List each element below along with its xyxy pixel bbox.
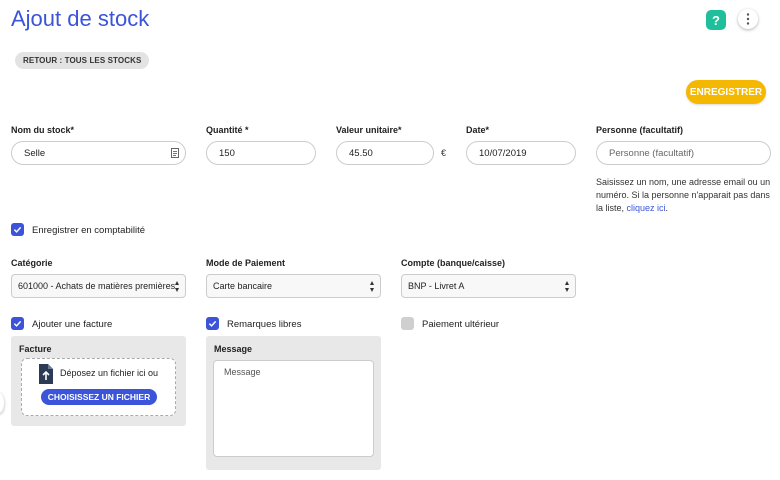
- choose-file-button[interactable]: CHOISISSEZ UN FICHIER: [41, 389, 157, 405]
- click-here-link[interactable]: cliquez ici: [627, 203, 666, 213]
- select-arrows-icon: [370, 281, 375, 292]
- more-options-button[interactable]: [738, 9, 758, 29]
- date-label: Date*: [466, 125, 490, 135]
- help-button[interactable]: ?: [706, 10, 726, 30]
- back-to-stocks-button[interactable]: RETOUR : TOUS LES STOCKS: [15, 52, 150, 69]
- check-icon: [13, 320, 22, 327]
- payment-mode-label: Mode de Paiement: [206, 258, 286, 268]
- currency-symbol: €: [441, 148, 447, 158]
- invoice-panel: Facture Déposez un fichier ici ou CHOISI…: [11, 336, 186, 426]
- quantity-input[interactable]: 150: [206, 141, 316, 165]
- person-help-text: Saisissez un nom, une adresse email ou u…: [596, 176, 776, 215]
- quantity-label: Quantité *: [206, 125, 249, 135]
- later-payment-label: Paiement ultérieur: [422, 319, 500, 330]
- document-icon: [171, 148, 179, 158]
- save-button[interactable]: ENREGISTRER: [686, 80, 766, 104]
- quantity-value: 150: [219, 147, 235, 159]
- message-panel-title: Message: [214, 344, 253, 354]
- message-panel: Message Message: [206, 336, 381, 470]
- category-value: 601000 - Achats de matières premières: [18, 281, 176, 291]
- account-label: Compte (banque/caisse): [401, 258, 506, 268]
- more-vertical-icon: [746, 13, 750, 25]
- invoice-checkbox[interactable]: [11, 317, 24, 330]
- check-icon: [208, 320, 217, 327]
- later-payment-checkbox[interactable]: [401, 317, 414, 330]
- check-icon: [13, 226, 22, 233]
- invoice-label: Ajouter une facture: [32, 319, 113, 330]
- message-placeholder: Message: [224, 367, 261, 377]
- side-collapse-handle[interactable]: [0, 393, 4, 413]
- category-select[interactable]: 601000 - Achats de matières premières: [11, 274, 186, 298]
- file-upload-icon: [39, 364, 53, 384]
- person-placeholder: Personne (facultatif): [609, 147, 695, 159]
- page-title: Ajout de stock: [11, 6, 150, 31]
- select-arrows-icon: [565, 281, 570, 292]
- stock-name-value: Selle: [24, 147, 46, 159]
- stock-name-input[interactable]: Selle: [11, 141, 186, 165]
- payment-mode-value: Carte bancaire: [213, 281, 273, 291]
- accounting-checkbox[interactable]: [11, 223, 24, 236]
- person-label: Personne (facultatif): [596, 125, 684, 135]
- select-arrows-icon: [175, 281, 180, 292]
- date-input[interactable]: 10/07/2019: [466, 141, 576, 165]
- date-value: 10/07/2019: [479, 147, 527, 159]
- person-help-body: Saisissez un nom, une adresse email ou u…: [596, 177, 771, 213]
- drop-text: Déposez un fichier ici ou: [60, 368, 159, 378]
- invoice-panel-title: Facture: [19, 344, 52, 354]
- unit-value-value: 45.50: [349, 147, 373, 159]
- person-help-suffix: .: [665, 203, 669, 213]
- category-label: Catégorie: [11, 258, 53, 268]
- message-textarea[interactable]: Message: [213, 360, 374, 457]
- file-dropzone[interactable]: Déposez un fichier ici ou CHOISISSEZ UN …: [21, 358, 176, 416]
- accounting-label: Enregistrer en comptabilité: [32, 225, 145, 236]
- payment-mode-select[interactable]: Carte bancaire: [206, 274, 381, 298]
- stock-name-label: Nom du stock*: [11, 125, 75, 135]
- help-icon: ?: [712, 12, 720, 28]
- unit-value-input[interactable]: 45.50: [336, 141, 434, 165]
- unit-value-label: Valeur unitaire*: [336, 125, 402, 135]
- person-input[interactable]: Personne (facultatif): [596, 141, 771, 165]
- remarks-checkbox[interactable]: [206, 317, 219, 330]
- account-select[interactable]: BNP - Livret A: [401, 274, 576, 298]
- account-value: BNP - Livret A: [408, 281, 465, 291]
- remarks-label: Remarques libres: [227, 319, 302, 330]
